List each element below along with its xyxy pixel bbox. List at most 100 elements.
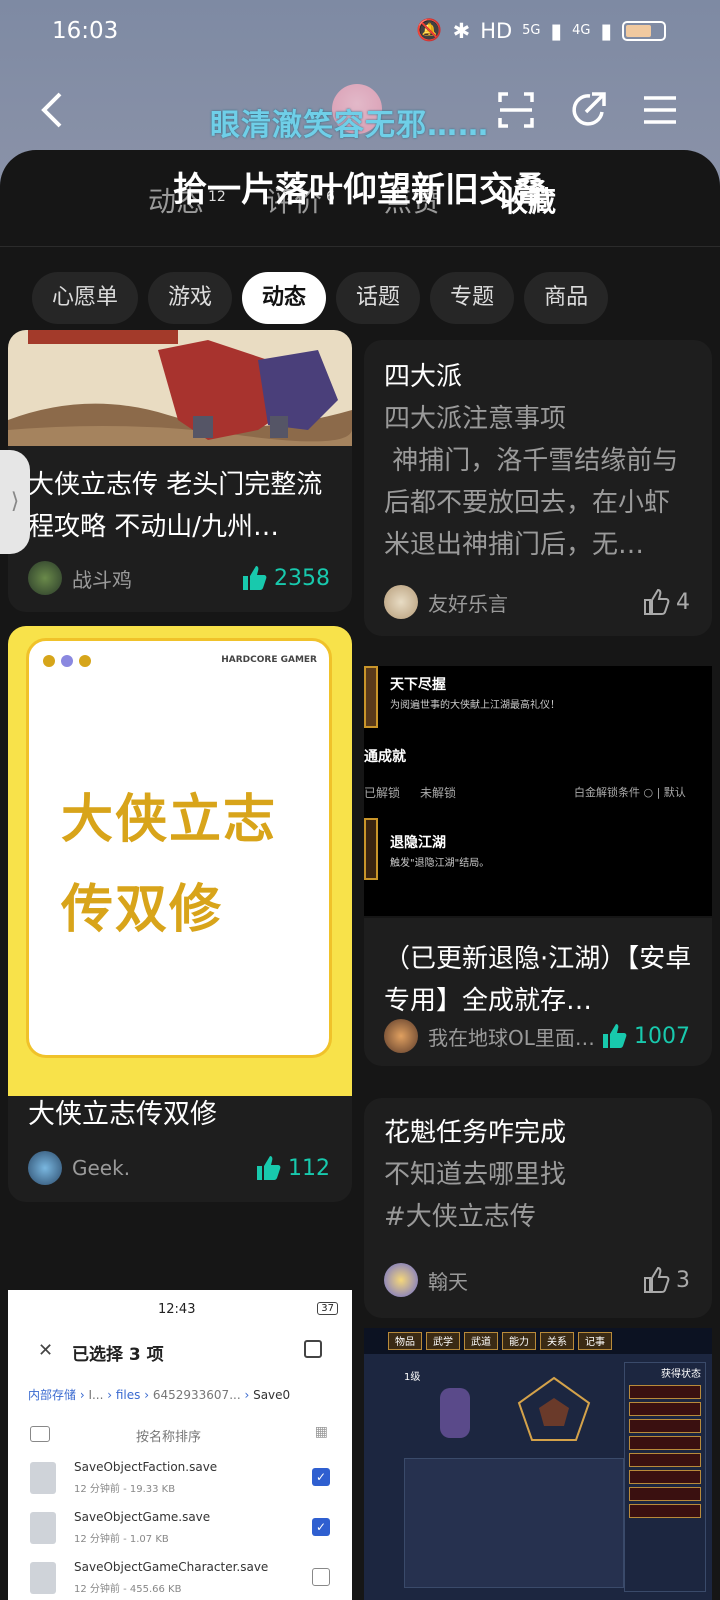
post-cover-image [8, 330, 352, 446]
thumbs-up-icon [243, 566, 267, 590]
breadcrumb: 内部存储 › I... › files › 6452933607... › Sa… [28, 1388, 291, 1402]
close-icon: ✕ [38, 1340, 54, 1361]
status-time: 16:03 [52, 18, 119, 44]
file-icon [30, 1562, 56, 1594]
file-manager-screenshot: 12:43 37 ✕ 已选择 3 项 内部存储 › I... › files ›… [8, 1290, 352, 1600]
character-sprite [440, 1388, 470, 1438]
checkbox-unchecked [312, 1568, 330, 1586]
checkbox-checked: ✓ [312, 1468, 330, 1486]
post-card[interactable]: HARDCORE GAMER 大侠立志 传双修 大侠立志传双修 Geek. 11… [8, 626, 352, 1202]
post-card[interactable]: （已更新退隐·江湖）【安卓专用】全成就存… 我在地球OL里面… 1007 [364, 918, 712, 1066]
post-title: 花魁任务咋完成 [384, 1118, 567, 1148]
chip-games[interactable]: 游戏 [148, 272, 233, 324]
signal-4g-icon: 4G [572, 23, 591, 38]
tab-locked: 未解锁 [420, 786, 457, 800]
like-button[interactable]: 112 [254, 1154, 330, 1182]
post-cover-image: HARDCORE GAMER 大侠立志 传双修 [8, 626, 352, 1096]
achievement-desc: 为阅遍世事的大侠献上江湖最高礼仪！ [390, 700, 560, 711]
select-all-icon [304, 1340, 322, 1358]
cover-text: 传双修 [61, 880, 224, 940]
post-excerpt: 四大派注意事项 神捕门，洛千雪结缘前与后都不要放回去，在小虾米退出神捕门后，无… [384, 404, 679, 560]
shot-header: 已选择 3 项 [72, 1345, 164, 1365]
like-count: 2358 [274, 565, 330, 591]
post-card[interactable]: 大侠立志传 老头门完整流程攻略 不动山/九州… 战斗鸡 2358 [8, 330, 352, 612]
post-title: （已更新退隐·江湖）【安卓专用】全成就存… [384, 944, 692, 1016]
brand-label: HARDCORE GAMER [221, 655, 317, 665]
avatar [384, 1263, 418, 1297]
like-button[interactable]: 1007 [600, 1022, 690, 1050]
post-card[interactable]: 四大派 四大派注意事项 神捕门，洛千雪结缘前与后都不要放回去，在小虾米退出神捕门… [364, 340, 712, 636]
shot-time: 12:43 [158, 1302, 196, 1317]
author-name: 我在地球OL里面… [428, 1025, 595, 1050]
like-button[interactable]: 4 [642, 588, 690, 616]
chip-topics[interactable]: 话题 [336, 272, 421, 324]
post-excerpt: 不知道去哪里找 #大侠立志传 [384, 1160, 567, 1232]
chip-wishlist[interactable]: 心愿单 [32, 272, 139, 324]
profile-banner-text: 拾一片落叶仰望新旧交叠 [173, 170, 547, 210]
like-count: 4 [676, 589, 690, 615]
signal-icon: ▮ [550, 18, 563, 43]
like-button[interactable]: 2358 [240, 564, 330, 592]
achievement-title: 天下尽握 [390, 677, 446, 693]
chip-posts[interactable]: 动态 [242, 272, 327, 324]
avatar [28, 1151, 62, 1185]
thumbs-up-icon [644, 588, 670, 615]
shot-battery: 37 [317, 1302, 338, 1315]
author-name: 友好乐言 [428, 591, 508, 616]
post-card[interactable]: 花魁任务咋完成 不知道去哪里找 #大侠立志传 翰天 3 [364, 1098, 712, 1318]
stat-chart [517, 1376, 591, 1441]
thumbs-up-icon [644, 1266, 670, 1293]
platinum-label: 白金解锁条件 ○ | 默认 [574, 786, 686, 799]
new-folder-icon [30, 1426, 50, 1442]
achievement-screenshot: 天下尽握 为阅遍世事的大侠献上江湖最高礼仪！ 通成就 已解锁 未解锁 白金解锁条… [364, 666, 712, 916]
scan-icon[interactable] [496, 90, 536, 130]
chip-specials[interactable]: 专题 [430, 272, 515, 324]
file-row: SaveObjectGame.save 12 分钟前 - 1.07 KB ✓ [8, 1508, 352, 1558]
grid-view-icon: ▦ [314, 1424, 328, 1440]
post-title: 大侠立志传双修 [28, 1099, 217, 1130]
thumbs-up-icon [257, 1156, 281, 1180]
avatar [28, 561, 62, 595]
file-row: SaveObjectFaction.save 12 分钟前 - 19.33 KB… [8, 1458, 352, 1508]
file-icon [30, 1512, 56, 1544]
author-name: Geek. [72, 1156, 131, 1180]
mute-icon: 🔕 [416, 18, 443, 42]
like-count: 1007 [634, 1023, 690, 1049]
achievement-desc: 触发"退隐江湖"结局。 [390, 858, 490, 869]
signal-5g-icon: 5G [522, 23, 541, 38]
tab-unlocked: 已解锁 [364, 786, 401, 800]
avatar [384, 585, 418, 619]
cover-text: 大侠立志 [61, 790, 278, 850]
menu-icon[interactable] [640, 90, 680, 130]
post-title: 四大派 [384, 362, 463, 392]
file-icon [30, 1462, 56, 1494]
share-icon[interactable] [568, 90, 608, 130]
file-row: SaveObjectGameCharacter.save 12 分钟前 - 45… [8, 1558, 352, 1600]
bluetooth-icon: ✱ [452, 18, 471, 43]
status-bar: 16:03 🔕 ✱ HD 5G ▮ 4G ▮ [0, 0, 720, 64]
filter-chips: 心愿单 游戏 动态 话题 专题 商品 [32, 272, 609, 324]
author-name: 战斗鸡 [72, 567, 132, 592]
window-dots [43, 655, 91, 667]
file-list: SaveObjectFaction.save 12 分钟前 - 19.33 KB… [8, 1458, 352, 1600]
checkbox-checked: ✓ [312, 1518, 330, 1536]
section-title: 通成就 [364, 749, 406, 765]
network-label: HD [480, 18, 513, 43]
like-button[interactable]: 3 [642, 1266, 690, 1294]
signal-icon: ▮ [600, 18, 612, 43]
author-name: 翰天 [428, 1269, 468, 1294]
like-count: 112 [288, 1155, 330, 1181]
divider [0, 246, 720, 247]
sort-label: 按名称排序 [136, 1430, 202, 1445]
post-title: 大侠立志传 老头门完整流程攻略 不动山/九州… [28, 470, 323, 542]
chip-products[interactable]: 商品 [524, 272, 609, 324]
battery-icon [622, 20, 666, 41]
side-drawer-handle[interactable]: ⟩ [0, 450, 30, 554]
stats-table [404, 1458, 624, 1588]
back-icon[interactable] [34, 90, 74, 130]
achievement-title: 退隐江湖 [390, 835, 446, 851]
like-count: 3 [676, 1267, 690, 1293]
profile-nickname: 眼清澈笑容无邪…… [210, 108, 489, 143]
game-status-screenshot: 物品 武学 武道 能力 关系 记事 1级 获得状态 [364, 1328, 712, 1600]
avatar [384, 1019, 418, 1053]
